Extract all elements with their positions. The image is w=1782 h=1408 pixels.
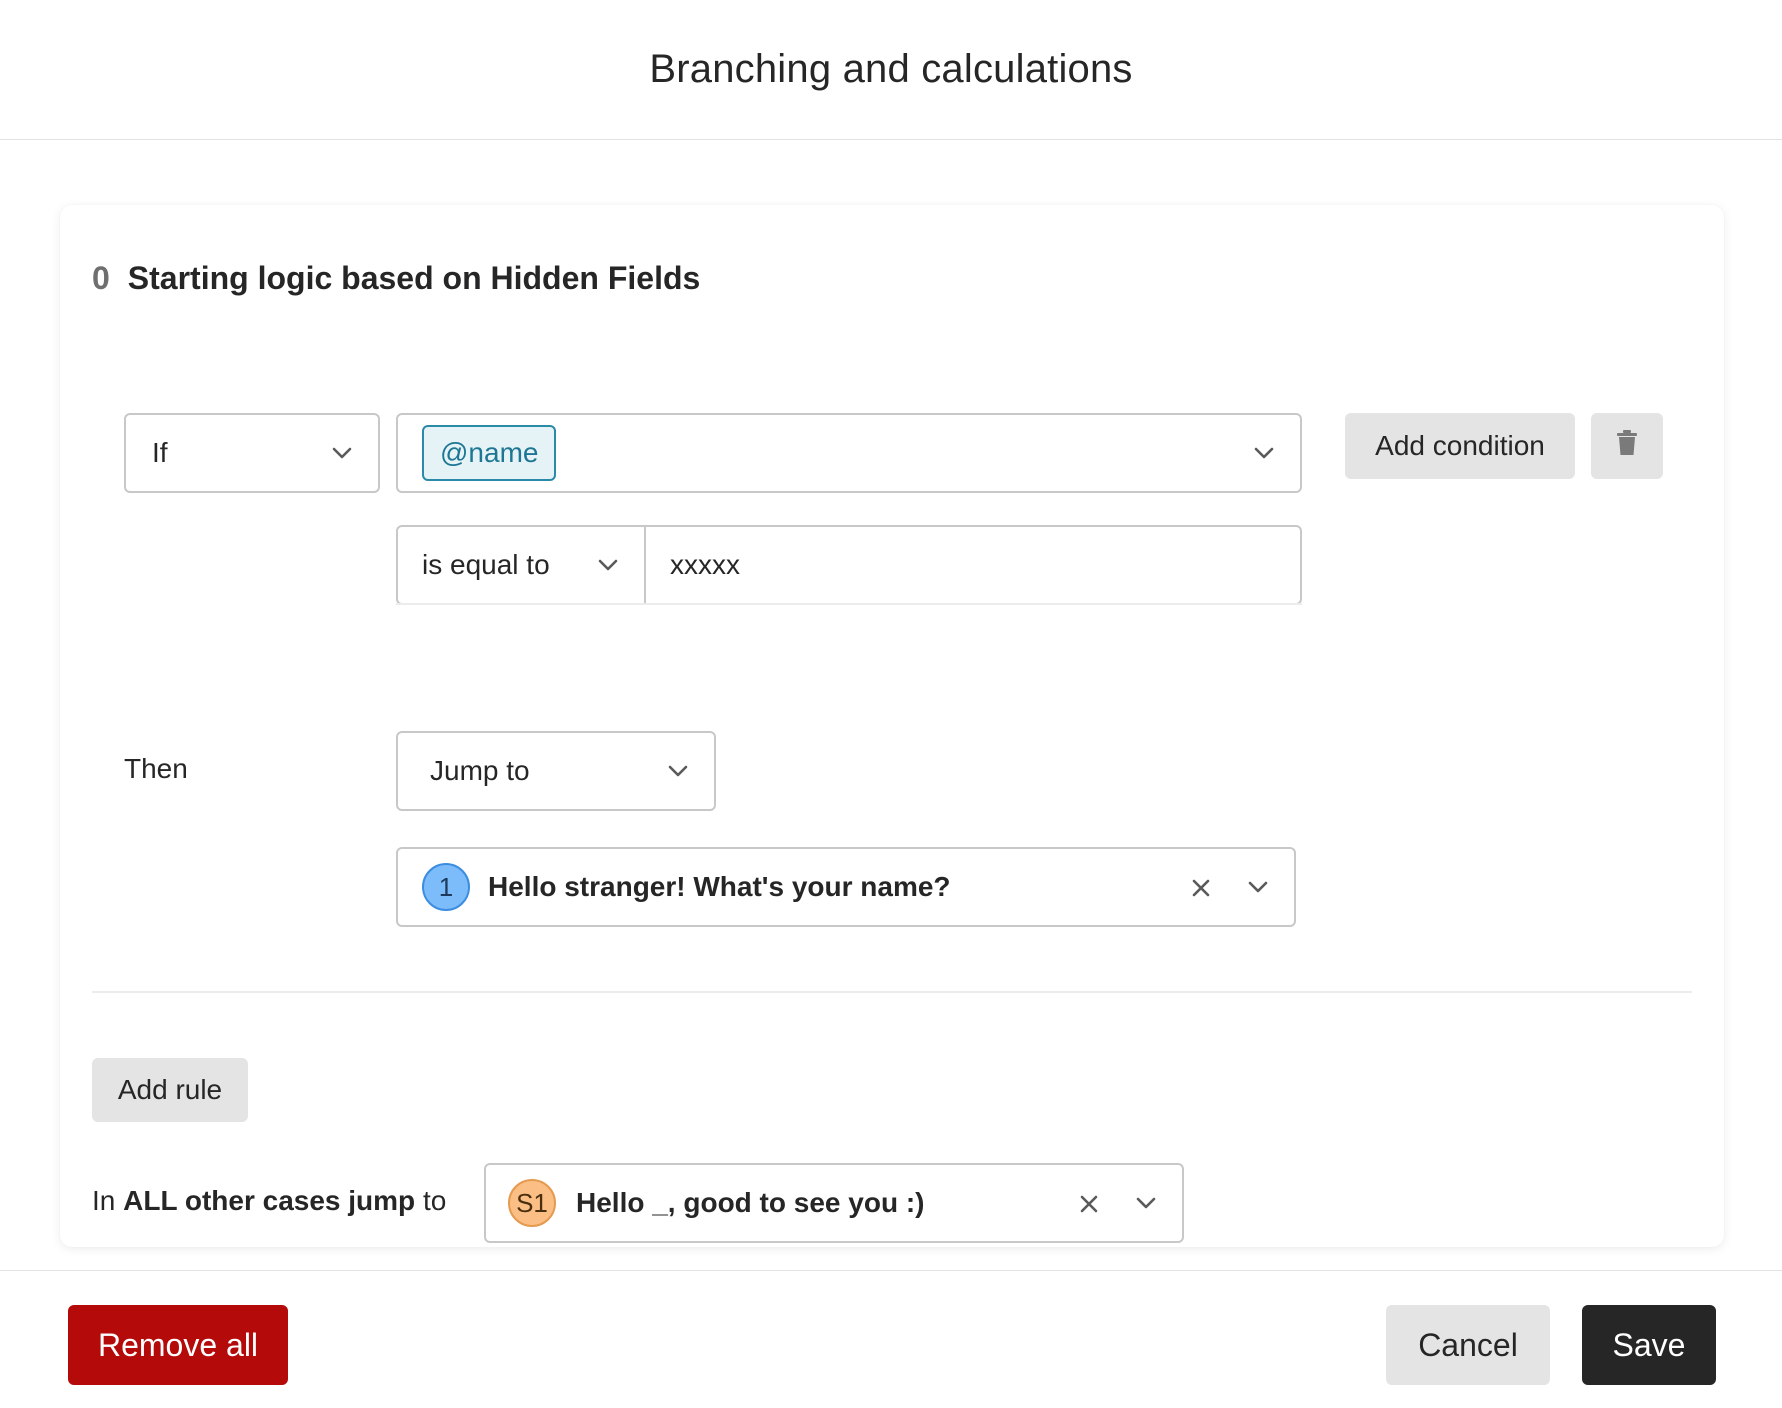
jump-destination-select[interactable]: 1 Hello stranger! What's your name? (396, 847, 1296, 927)
other-destination-text: Hello _, good to see you :) (576, 1187, 925, 1218)
condition-value: xxxxx (670, 549, 740, 580)
chevron-down-icon (1246, 875, 1270, 899)
action-value: Jump to (430, 755, 530, 786)
other-cases-label: In ALL other cases jump to (92, 1185, 446, 1217)
then-label: Then (124, 753, 188, 784)
modal-body: 0 Starting logic based on Hidden Fields … (0, 140, 1782, 1270)
operator-value: is equal to (422, 549, 550, 580)
modal-title: Branching and calculations (649, 47, 1133, 91)
chevron-down-icon (1134, 1191, 1158, 1215)
other-cases-prefix: In (92, 1185, 116, 1216)
logic-rule-card: 0 Starting logic based on Hidden Fields … (60, 205, 1724, 1247)
condition-value-input[interactable]: xxxxx (644, 525, 1302, 605)
statement-badge: S1 (508, 1179, 556, 1227)
other-cases-suffix: to (422, 1185, 447, 1216)
other-cases-bold: ALL other cases jump (123, 1185, 416, 1216)
field-select[interactable]: @name (396, 413, 1302, 493)
rule-divider (92, 991, 1692, 993)
cancel-button[interactable]: Cancel (1386, 1305, 1550, 1385)
add-rule-button[interactable]: Add rule (92, 1058, 248, 1122)
destination-text: Hello stranger! What's your name? (488, 871, 951, 902)
rule-header: 0 Starting logic based on Hidden Fields (92, 260, 700, 297)
remove-all-button[interactable]: Remove all (68, 1305, 288, 1385)
rule-index: 0 (92, 260, 110, 296)
delete-rule-button[interactable] (1591, 413, 1663, 479)
add-condition-button[interactable]: Add condition (1345, 413, 1575, 479)
chevron-down-icon (666, 759, 690, 783)
operator-select[interactable]: is equal to (396, 525, 646, 605)
chevron-down-icon (1252, 441, 1276, 465)
trash-icon (1615, 429, 1639, 464)
modal-footer: Remove all Cancel Save (0, 1270, 1782, 1408)
clear-icon[interactable] (1190, 877, 1212, 899)
condition-divider (396, 603, 1302, 605)
question-number-badge: 1 (422, 863, 470, 911)
action-select[interactable]: Jump to (396, 731, 716, 811)
clear-icon[interactable] (1078, 1193, 1100, 1215)
rule-title: Starting logic based on Hidden Fields (127, 260, 701, 296)
chevron-down-icon (330, 441, 354, 465)
chevron-down-icon (596, 553, 620, 577)
if-select-value: If (152, 437, 168, 468)
save-button[interactable]: Save (1582, 1305, 1716, 1385)
hidden-field-tag[interactable]: @name (422, 425, 557, 481)
if-select[interactable]: If (124, 413, 380, 493)
branching-modal: Branching and calculations 0 Starting lo… (0, 0, 1782, 1408)
modal-header: Branching and calculations (0, 0, 1782, 140)
other-cases-destination-select[interactable]: S1 Hello _, good to see you :) (484, 1163, 1184, 1243)
